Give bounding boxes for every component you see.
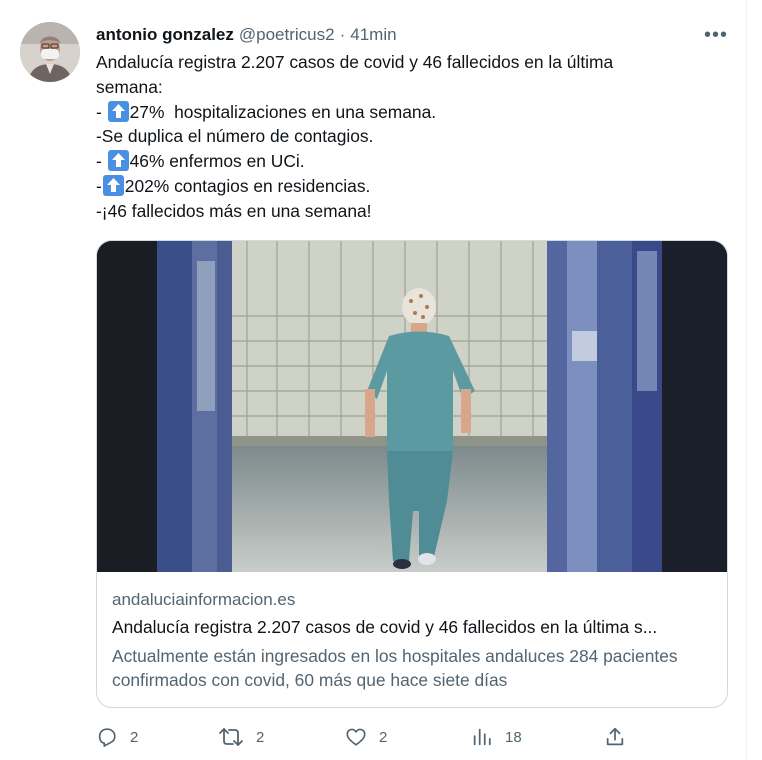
timeline-border xyxy=(746,0,747,760)
line-text: 27% hospitalizaciones en una semana. xyxy=(129,101,437,122)
avatar[interactable] xyxy=(20,22,80,82)
tweet-line: Andalucía registra 2.207 casos de covid … xyxy=(96,50,726,75)
like-count: 2 xyxy=(379,728,388,746)
line-text: 202% contagios en residencias. xyxy=(124,175,371,196)
up-arrow-emoji-icon xyxy=(102,174,124,196)
share-icon xyxy=(606,727,624,746)
retweet-icon xyxy=(219,728,243,746)
line-text: - xyxy=(96,175,102,196)
tweet-timestamp[interactable]: 41min xyxy=(350,25,396,45)
up-arrow-emoji-icon xyxy=(107,150,129,172)
tweet[interactable]: antonio gonzalez @poetricus2 · 41min •••… xyxy=(0,0,746,760)
tweet-text: Andalucía registra 2.207 casos de covid … xyxy=(96,50,726,224)
card-image[interactable] xyxy=(97,241,727,572)
link-card[interactable]: andaluciainformacion.es Andalucía regist… xyxy=(96,240,728,708)
tweet-line: - 202% contagios en residencias. xyxy=(96,174,726,199)
line-text: -Se duplica el número de contagios. xyxy=(96,126,374,147)
views-icon xyxy=(473,728,491,746)
card-title[interactable]: Andalucía registra 2.207 casos de covid … xyxy=(112,617,712,638)
heart-icon xyxy=(346,728,366,746)
share-button[interactable] xyxy=(604,722,626,752)
retweet-count: 2 xyxy=(256,728,265,746)
like-button[interactable]: 2 xyxy=(345,722,387,752)
retweet-button[interactable]: 2 xyxy=(218,722,264,752)
more-icon: ••• xyxy=(703,23,728,46)
line-text: - xyxy=(96,151,107,172)
author-name[interactable]: antonio gonzalez xyxy=(96,25,234,45)
tweet-line: -¡46 fallecidos más en una semana! xyxy=(96,199,726,224)
line-text: -¡46 fallecidos más en una semana! xyxy=(96,200,372,221)
author-handle[interactable]: @poetricus2 xyxy=(239,25,335,45)
reply-count: 2 xyxy=(130,728,139,746)
views-button[interactable]: 18 xyxy=(471,722,522,752)
tweet-header: antonio gonzalez @poetricus2 · 41min xyxy=(96,24,397,46)
tweet-actions: 2 2 2 18 xyxy=(0,722,746,752)
line-text: Andalucía registra 2.207 casos de covid … xyxy=(96,52,614,72)
tweet-line: -Se duplica el número de contagios. xyxy=(96,124,726,149)
up-arrow-emoji-icon xyxy=(107,100,129,122)
line-text: 46% enfermos en UCi. xyxy=(129,151,305,172)
tweet-line: semana: xyxy=(96,75,726,100)
tweet-line: - 46% enfermos en UCi. xyxy=(96,149,726,174)
tweet-line: - 27% hospitalizaciones en una semana. xyxy=(96,100,726,125)
reply-icon xyxy=(98,728,116,747)
line-text: semana: xyxy=(96,76,163,97)
line-text: - xyxy=(96,101,107,122)
card-domain[interactable]: andaluciainformacion.es xyxy=(112,590,295,610)
separator-dot: · xyxy=(339,25,346,44)
card-description: Actualmente están ingresados en los hosp… xyxy=(112,646,678,690)
views-count: 18 xyxy=(505,728,522,746)
more-options-button[interactable]: ••• xyxy=(700,24,732,46)
reply-button[interactable]: 2 xyxy=(96,722,138,752)
